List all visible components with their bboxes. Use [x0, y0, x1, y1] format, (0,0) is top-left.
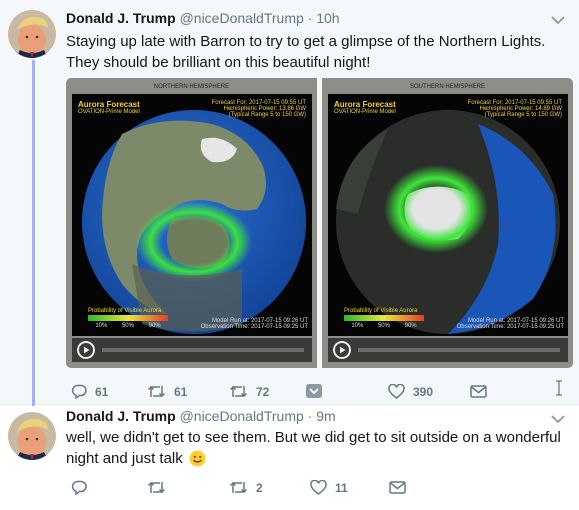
chevron-down-icon[interactable] [551, 411, 571, 425]
forecast-title: Aurora Forecast [334, 100, 396, 109]
thread-line [32, 60, 35, 406]
reply-count: 61 [95, 384, 109, 399]
like-icon [310, 480, 327, 495]
media-attachment[interactable]: NORTHERN HEMISPHERE Aurora Forecast OVAT… [66, 78, 573, 368]
probability-legend-bar [88, 315, 168, 321]
forecast-title: Aurora Forecast [78, 100, 140, 109]
chevron-down-box-icon [306, 384, 322, 398]
tweet-text: well, we didn't get to see them. But we … [66, 427, 571, 469]
hemisphere-title: NORTHERN HEMISPHERE [153, 84, 230, 90]
aurora-panel-south[interactable]: SOUTHERN HEMISPHERE Aurora Forecast OVAT… [322, 78, 573, 368]
legend-tick: 90% [404, 323, 417, 329]
like-icon [388, 384, 405, 399]
video-progress-bar[interactable] [358, 348, 560, 352]
cursor-icon [553, 380, 565, 396]
like-button[interactable]: 390 [388, 384, 433, 399]
legend-ticks: 10% 50% 90% [344, 323, 424, 329]
video-controls [72, 338, 312, 362]
dm-icon [389, 481, 406, 494]
retweet-button[interactable]: 61 [147, 384, 187, 399]
tweet-text-line: They should be brilliant on this beautif… [66, 54, 371, 71]
play-icon[interactable] [77, 341, 95, 359]
timestamp[interactable]: · 9m [308, 408, 336, 424]
model-name: OVATION-Prime Model [334, 109, 396, 115]
retweet-icon [147, 385, 166, 398]
legend-tick: 10% [95, 323, 108, 329]
handle[interactable]: @niceDonaldTrump [180, 408, 304, 424]
typical-range: (Typical Range 5 to 150 GW) [228, 112, 306, 118]
like-button[interactable]: 11 [310, 480, 348, 495]
like-count: 390 [413, 384, 434, 399]
probability-legend-bar [344, 315, 424, 321]
tweet-header: Donald J. Trump @niceDonaldTrump · 9m [66, 408, 336, 424]
legend-title: Probability of Visible Aurora [88, 308, 162, 314]
aurora-map: Aurora Forecast OVATION-Prime Model Fore… [72, 94, 312, 336]
tweet-header: Donald J. Trump @niceDonaldTrump · 10h [66, 10, 340, 26]
video-controls [328, 338, 568, 362]
reply-button[interactable]: 61 [71, 384, 108, 399]
reply-icon [71, 384, 87, 399]
legend-ticks: 10% 50% 90% [88, 323, 168, 329]
display-name[interactable]: Donald J. Trump [66, 10, 176, 26]
retweet-icon [229, 481, 248, 494]
reply-button[interactable] [71, 480, 95, 495]
aurora-panel-north[interactable]: NORTHERN HEMISPHERE Aurora Forecast OVAT… [66, 78, 317, 368]
tweet-text-line: night and just talk [66, 450, 183, 467]
legend-tick: 50% [121, 323, 134, 329]
retweet-icon [147, 481, 166, 494]
dm-button[interactable] [470, 385, 487, 398]
more-button[interactable] [306, 384, 322, 398]
retweet-count: 61 [174, 384, 188, 399]
like-count: 11 [335, 480, 348, 495]
tweet-text-line: well, we didn't get to see them. But we … [66, 429, 561, 446]
timestamp[interactable]: · 10h [308, 10, 340, 26]
legend-tick: 10% [351, 323, 364, 329]
model-name: OVATION-Prime Model [78, 109, 140, 115]
smiley-icon [189, 450, 206, 467]
video-progress-bar[interactable] [102, 348, 304, 352]
dm-icon [470, 385, 487, 398]
retweet-button-2[interactable]: 2 [229, 480, 263, 495]
chevron-down-icon[interactable] [551, 12, 571, 26]
observation-time: Observation Time: 2017-07-15 09:25 UT [200, 324, 308, 330]
play-icon[interactable] [333, 341, 351, 359]
display-name[interactable]: Donald J. Trump [66, 408, 176, 424]
avatar[interactable] [8, 10, 56, 58]
legend-title: Probability of Visible Aurora [344, 308, 418, 314]
legend-tick: 50% [377, 323, 390, 329]
retweet-count-2: 2 [256, 480, 263, 495]
retweet-button-2[interactable]: 72 [229, 384, 269, 399]
retweet-button[interactable] [147, 480, 174, 495]
avatar[interactable] [8, 412, 56, 460]
retweet-icon [229, 385, 248, 398]
hemisphere-title: SOUTHERN HEMISPHERE [409, 84, 485, 90]
legend-tick: 90% [148, 323, 161, 329]
dm-button[interactable] [389, 481, 406, 494]
typical-range: (Typical Range 5 to 150 GW) [484, 112, 562, 118]
aurora-map: Aurora Forecast OVATION-Prime Model Fore… [328, 94, 568, 336]
handle[interactable]: @niceDonaldTrump [180, 10, 304, 26]
observation-time: Observation Time: 2017-07-15 09:25 UT [456, 324, 564, 330]
reply-icon [71, 480, 87, 495]
retweet-count-2: 72 [256, 384, 270, 399]
tweet-text: Staying up late with Barron to try to ge… [66, 31, 571, 73]
tweet-text-line: Staying up late with Barron to try to ge… [66, 33, 546, 50]
